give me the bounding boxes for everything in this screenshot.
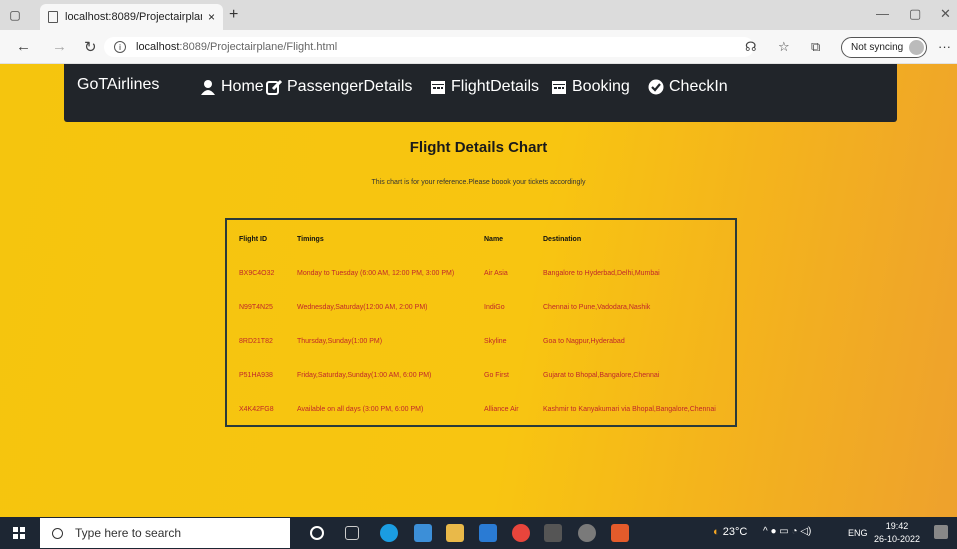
table-cell: Bangalore to Hyderbad,Delhi,Mumbai [543, 270, 660, 277]
table-cell: Goa to Nagpur,Hyderabad [543, 338, 625, 345]
back-icon[interactable]: ← [16, 38, 31, 55]
table-cell: Wednesday,Saturday(12:00 AM, 2:00 PM) [297, 304, 428, 311]
more-icon[interactable]: ··· [938, 39, 951, 54]
profile-sync-button[interactable]: Not syncing [841, 37, 927, 58]
nav-passenger-details[interactable]: PassengerDetails [266, 78, 412, 96]
window-close-icon[interactable]: ✕ [940, 6, 951, 22]
table-cell: Available on all days (3:00 PM, 6:00 PM) [297, 406, 424, 413]
refresh-icon[interactable]: ↻ [84, 38, 97, 56]
nav-booking-label: Booking [572, 78, 630, 95]
browser-tab[interactable]: localhost:8089/Projectairplane/F × [40, 4, 223, 30]
notification-icon[interactable] [934, 525, 948, 539]
new-tab-button[interactable]: + [229, 6, 238, 24]
read-aloud-icon[interactable]: ☊ [745, 39, 757, 55]
collections-icon[interactable]: ⧉ [811, 39, 820, 55]
nav-checkin-label: CheckIn [669, 78, 728, 95]
file-explorer-icon[interactable] [446, 524, 464, 542]
table-cell: Chennai to Pune,Vadodara,Nashik [543, 304, 651, 311]
search-placeholder: Type here to search [75, 526, 182, 540]
site-navbar: GoTAirlines Home PassengerDetails Flight… [64, 64, 897, 122]
taskbar-clock[interactable]: 19:42 26-10-2022 [874, 520, 920, 546]
clock-time: 19:42 [885, 521, 909, 531]
table-cell: P51HA938 [239, 372, 273, 379]
calendar-icon [552, 81, 566, 94]
table-cell: Alliance Air [484, 406, 519, 413]
weather-icon: ◐ [713, 526, 720, 538]
table-cell: Skyline [484, 338, 507, 345]
brand-link[interactable]: GoTAirlines [77, 76, 159, 94]
check-circle-icon [648, 79, 664, 95]
clock-date: 26-10-2022 [874, 534, 921, 544]
column-header-timings: Timings [297, 236, 324, 243]
table-cell: IndiGo [484, 304, 505, 311]
language-indicator[interactable]: ENG [848, 528, 868, 538]
tab-title: localhost:8089/Projectairplane/F [65, 11, 202, 23]
search-icon [52, 527, 63, 539]
settings-icon[interactable] [578, 524, 596, 542]
edit-icon [266, 79, 282, 95]
table-cell: Gujarat to Bhopal,Bangalore,Chennai [543, 372, 660, 379]
app-icon[interactable] [544, 524, 562, 542]
nav-home-label: Home [221, 78, 264, 95]
table-cell: X4K42FG8 [239, 406, 274, 413]
nav-checkin[interactable]: CheckIn [648, 78, 728, 96]
column-header-name: Name [484, 236, 504, 243]
weather-widget[interactable]: ◐ 23°C [713, 526, 747, 538]
nav-flight-details[interactable]: FlightDetails [430, 78, 539, 96]
page-subtitle: This chart is for your reference.Please … [371, 179, 586, 186]
tab-actions-icon[interactable]: ▢ [0, 0, 30, 30]
column-header-destination: Destination [543, 236, 582, 243]
edge-icon[interactable] [380, 524, 398, 542]
table-cell: Monday to Tuesday (6:00 AM, 12:00 PM, 3:… [297, 270, 455, 277]
nav-booking[interactable]: Booking [551, 78, 630, 96]
favorites-icon[interactable]: ☆ [778, 39, 790, 55]
cortana-icon[interactable] [310, 526, 324, 540]
address-bar[interactable]: i localhost:8089/Projectairplane/Flight.… [104, 37, 754, 57]
task-view-icon[interactable] [345, 526, 359, 540]
table-cell: Kashmir to Kanyakumari via Bhopal,Bangal… [543, 406, 716, 413]
table-cell: Friday,Saturday,Sunday(1:00 AM, 6:00 PM) [297, 372, 432, 379]
weather-temp: 23°C [722, 526, 748, 538]
system-tray-icons[interactable]: ^ ● ▭ ◔ ◁) [763, 526, 811, 537]
taskbar: Type here to search ◐ 23°C ^ ● ▭ ◔ ◁) EN… [0, 517, 957, 549]
office-icon[interactable] [611, 524, 629, 542]
table-cell: BX9C4O32 [239, 270, 275, 277]
forward-icon[interactable]: → [52, 38, 67, 55]
minimize-icon[interactable]: — [876, 6, 889, 21]
page-icon [48, 11, 58, 23]
windows-start-icon[interactable] [13, 527, 25, 539]
maximize-icon[interactable]: ▢ [909, 6, 921, 22]
calendar-icon [431, 81, 445, 94]
nav-passenger-details-label: PassengerDetails [287, 78, 413, 95]
store-icon[interactable] [414, 524, 432, 542]
nav-flight-details-label: FlightDetails [451, 78, 540, 95]
table-cell: Thursday,Sunday(1:00 PM) [297, 338, 383, 345]
sync-label: Not syncing [851, 42, 904, 53]
flight-table: Flight ID Timings Name Destination BX9C4… [225, 218, 737, 427]
table-cell: N99T4N25 [239, 304, 273, 311]
chrome-icon[interactable] [512, 524, 530, 542]
browser-toolbar: ← → ↻ i localhost:8089/Projectairplane/F… [0, 30, 957, 64]
table-cell: 8RD21T82 [239, 338, 273, 345]
tab-close-icon[interactable]: × [208, 10, 215, 24]
table-cell: Air Asia [484, 270, 508, 277]
column-header-flight-id: Flight ID [239, 236, 267, 243]
site-info-icon[interactable]: i [114, 41, 126, 53]
page-title: Flight Details Chart [409, 139, 548, 156]
avatar [909, 40, 925, 55]
user-icon [201, 80, 215, 95]
page-content: GoTAirlines Home PassengerDetails Flight… [0, 64, 957, 517]
nav-home[interactable]: Home [200, 78, 264, 96]
outlook-icon[interactable] [479, 524, 497, 542]
url-path: :8089/Projectairplane/Flight.html [179, 41, 338, 53]
table-cell: Go First [484, 372, 509, 379]
taskbar-search-input[interactable]: Type here to search [40, 518, 290, 548]
url-host: localhost [136, 41, 180, 53]
